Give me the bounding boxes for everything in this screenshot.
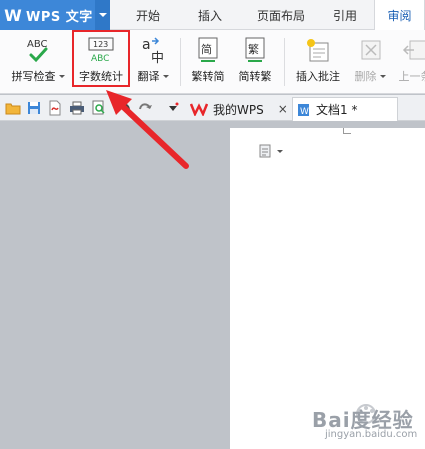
annotation-arrow bbox=[106, 90, 189, 169]
watermark-subtext: jingyan.baidu.com bbox=[325, 429, 418, 440]
